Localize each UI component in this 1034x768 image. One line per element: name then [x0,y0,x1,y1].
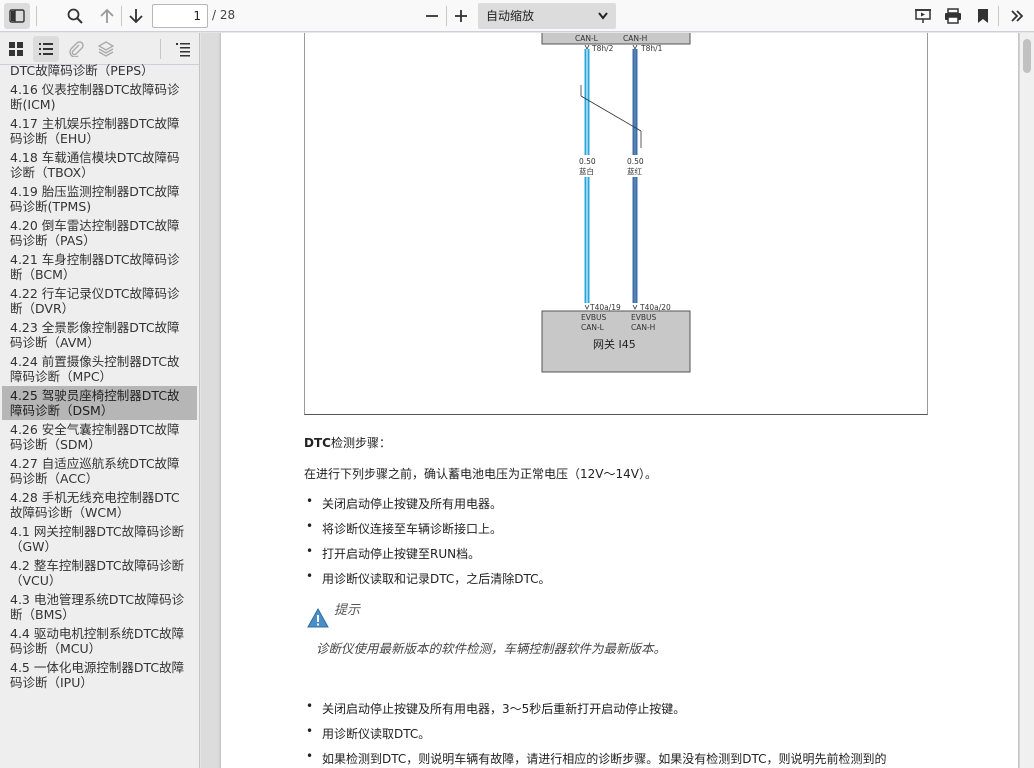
step-item: 关闭启动停止按键及所有用电器，3～5秒后重新打开启动停止按键。 [304,699,887,717]
arrow-down-icon [129,9,143,24]
attachments-icon [69,41,84,57]
outline-item[interactable]: 4.4 驱动电机控制系统DTC故障码诊断（MCU） [2,624,197,658]
zoom-out-icon [426,15,438,17]
outline-item[interactable]: 4.21 车身控制器DTC故障码诊断（BCM） [2,250,197,284]
layers-view-button[interactable] [93,36,119,62]
bookmark-icon [978,9,988,23]
top-pin-1: T8h/2 [591,44,614,53]
outline-item[interactable]: 4.1 网关控制器DTC故障码诊断（GW） [2,522,197,556]
step-item: 如果检测到DTC，则说明车辆有故障，请进行相应的诊断步骤。如果没有检测到DTC，… [304,749,887,767]
wire-h-color: 蓝红 [627,166,642,176]
bookmark-button[interactable] [970,3,996,29]
outline-item[interactable]: 4.27 自适应巡航系统DTC故障码诊断（ACC） [2,454,197,488]
scrollbar-thumb[interactable] [1023,39,1031,73]
note-title: 提示 [334,603,361,618]
zoom-out-button[interactable] [419,3,445,29]
bottom-can-l: CAN-L [581,323,605,332]
zoom-select-value: 自动缩放 [486,9,535,23]
wire-h-gauge: 0.50 [627,157,644,166]
top-pin-2: T8h/1 [640,44,663,53]
arrow-up-icon [100,8,114,23]
zoom-in-button[interactable] [448,3,474,29]
attachments-view-button[interactable] [63,36,89,62]
step-item: 用诊断仪读取DTC。 [304,724,887,742]
outline-item[interactable]: 4.5 一体化电源控制器DTC故障码诊断（IPU） [2,658,197,692]
next-page-button[interactable] [123,3,149,29]
pdf-toolbar: 1 / 28 自动缩放 [0,0,1034,32]
zoom-in-icon [455,10,467,22]
outline-item[interactable]: 4.20 倒车雷达控制器DTC故障码诊断（PAS） [2,216,197,250]
outline-icon [39,43,53,55]
page-total-label: / 28 [212,8,236,22]
wire-l-gauge: 0.50 [579,157,596,166]
step-item: 用诊断仪读取和记录DTC，之后清除DTC。 [304,569,551,587]
wiring-diagram: CAN-L CAN-H T8h/2 T8h/1 0.50 蓝白 0.50 蓝红 … [541,33,691,373]
outline-item[interactable]: DTC故障码诊断（PEPS） [2,61,197,80]
outline-item[interactable]: 4.18 车载通信模块DTC故障码诊断（TBOX） [2,148,197,182]
tools-menu-button[interactable] [1004,3,1030,29]
step-item: 将诊断仪连接至车辆诊断接口上。 [304,519,551,537]
outline-item[interactable]: 4.26 安全气囊控制器DTC故障码诊断（SDM） [2,420,197,454]
outline-item[interactable]: 4.25 驾驶员座椅控制器DTC故障码诊断（DSM） [2,386,197,420]
document-viewer: CAN-L CAN-H T8h/2 T8h/1 0.50 蓝白 0.50 蓝红 … [201,33,1020,768]
sidebar-toggle-button[interactable] [4,3,30,29]
sidebar-toggle-icon [9,9,25,23]
steps-heading: DTC检测步骤： [304,434,391,451]
presentation-icon [915,9,931,23]
print-icon [945,8,961,24]
search-icon [67,8,83,24]
thumbnails-icon [9,42,23,56]
sidebar: DTC故障码诊断（PEPS） 4.16 仪表控制器DTC故障码诊断(ICM) 4.1… [0,33,200,768]
page-number-input[interactable]: 1 [152,4,208,28]
steps-heading-rest: 检测步骤： [330,436,391,450]
print-button[interactable] [940,3,966,29]
thumbnails-view-button[interactable] [3,36,29,62]
outline-item[interactable]: 4.23 全景影像控制器DTC故障码诊断（AVM） [2,318,197,352]
top-module-box [541,33,691,45]
outline-item[interactable]: 4.19 胎压监测控制器DTC故障码诊断(TPMS) [2,182,197,216]
bottom-can-h: CAN-H [631,323,655,332]
outline-item[interactable]: 4.28 手机无线充电控制器DTC故障码诊断（WCM） [2,488,197,522]
presentation-mode-button[interactable] [910,3,936,29]
step-item: 打开启动停止按键至RUN档。 [304,544,551,562]
outline-item[interactable]: 4.24 前置摄像头控制器DTC故障码诊断（MPC） [2,352,197,386]
outline-item[interactable]: 4.17 主机娱乐控制器DTC故障码诊断（EHU） [2,114,197,148]
bottom-bus-1: EVBUS [581,313,607,322]
layers-icon [98,41,114,57]
bottom-bus-2: EVBUS [631,313,657,322]
outline-item[interactable]: 4.2 整车控制器DTC故障码诊断（VCU） [2,556,197,590]
zoom-select[interactable]: 自动缩放 [478,3,616,29]
warning-icon [307,608,329,628]
more-tools-icon [1011,10,1024,22]
top-label-can-h: CAN-H [623,34,647,43]
top-label-can-l: CAN-L [575,34,599,43]
outline-item[interactable]: 4.22 行车记录仪DTC故障码诊断（DVR） [2,284,197,318]
vertical-scrollbar[interactable] [1020,33,1034,768]
steps-heading-bold: DTC [304,436,331,450]
pdf-page: CAN-L CAN-H T8h/2 T8h/1 0.50 蓝白 0.50 蓝红 … [221,33,1018,768]
document-outline: DTC故障码诊断（PEPS） 4.16 仪表控制器DTC故障码诊断(ICM) 4.1… [0,61,199,692]
wire-l-color: 蓝白 [579,166,594,176]
outline-item[interactable]: 4.16 仪表控制器DTC故障码诊断(ICM) [2,80,197,114]
wiring-diagram-frame: CAN-L CAN-H T8h/2 T8h/1 0.50 蓝白 0.50 蓝红 … [304,33,928,415]
step-item: 关闭启动停止按键及所有用电器。 [304,494,551,512]
gateway-module-name: 网关 I45 [593,337,636,351]
outline-view-button[interactable] [33,36,59,62]
find-current-outline-button[interactable] [170,36,196,62]
previous-page-button[interactable] [94,3,120,29]
current-outline-icon [176,43,190,57]
steps-list-2: 关闭启动停止按键及所有用电器，3～5秒后重新打开启动停止按键。用诊断仪读取DTC… [304,699,887,768]
search-button[interactable] [62,3,88,29]
intro-text: 在进行下列步骤之前，确认蓄电池电压为正常电压（12V～14V）。 [304,467,657,481]
note-body: 诊断仪使用最新版本的软件检测，车辆控制器软件为最新版本。 [316,641,667,656]
steps-list-1: 关闭启动停止按键及所有用电器。将诊断仪连接至车辆诊断接口上。打开启动停止按键至R… [304,494,551,597]
outline-item[interactable]: 4.3 电池管理系统DTC故障码诊断（BMS） [2,590,197,624]
